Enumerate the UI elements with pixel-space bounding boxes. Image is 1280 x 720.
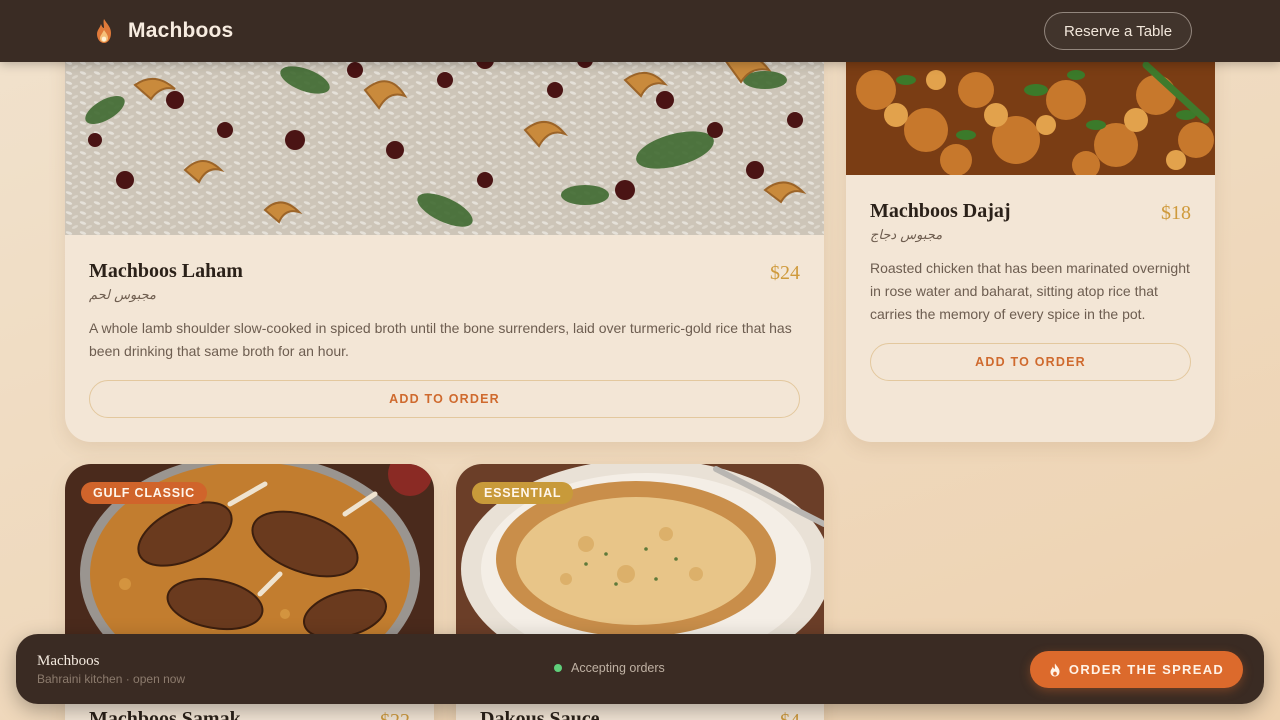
flame-icon [1050,663,1060,676]
brand[interactable]: Machboos [94,18,233,44]
menu-card-machboos-dajaj: Machboos Dajaj $18 مجبوس دجاج Roasted ch… [846,20,1215,442]
status-dot-icon [554,664,562,672]
order-bar: Machboos Bahraini kitchen · open now Acc… [16,634,1264,704]
brand-name: Machboos [128,19,234,42]
order-status: Accepting orders [554,661,665,675]
dish-price: $18 [1161,202,1191,224]
flame-icon [97,19,111,43]
order-status-text: Accepting orders [571,661,665,675]
dish-description: Roasted chicken that has been marinated … [870,260,1190,322]
dish-price: $22 [380,710,410,720]
dish-arabic-name: مجبوس لحم [89,288,156,303]
order-the-spread-button[interactable]: ORDER THE SPREAD [1030,651,1243,688]
dish-name: Dakous Sauce [480,708,600,720]
order-the-spread-label: ORDER THE SPREAD [1068,662,1225,677]
dish-description: A whole lamb shoulder slow-cooked in spi… [89,320,792,359]
order-bar-title: Machboos [37,653,100,669]
dish-name: Machboos Samak [89,708,241,720]
add-to-order-button[interactable]: ADD TO ORDER [89,380,800,418]
dish-price: $4 [780,710,800,720]
dish-price: $24 [770,262,800,284]
menu-card-machboos-laham: Machboos Laham $24 مجبوس لحم A whole lam… [65,20,824,442]
dish-name: Machboos Laham [89,260,243,282]
order-bar-subtitle: Bahraini kitchen · open now [37,672,186,686]
badge-gulf-classic: GULF CLASSIC [81,482,207,504]
badge-essential: ESSENTIAL [472,482,574,504]
reserve-table-button[interactable]: Reserve a Table [1044,12,1192,50]
dish-name: Machboos Dajaj [870,200,1011,222]
add-to-order-button[interactable]: ADD TO ORDER [870,343,1191,381]
top-navigation-bar: Machboos Reserve a Table [0,0,1280,62]
dish-arabic-name: مجبوس دجاج [870,228,943,243]
